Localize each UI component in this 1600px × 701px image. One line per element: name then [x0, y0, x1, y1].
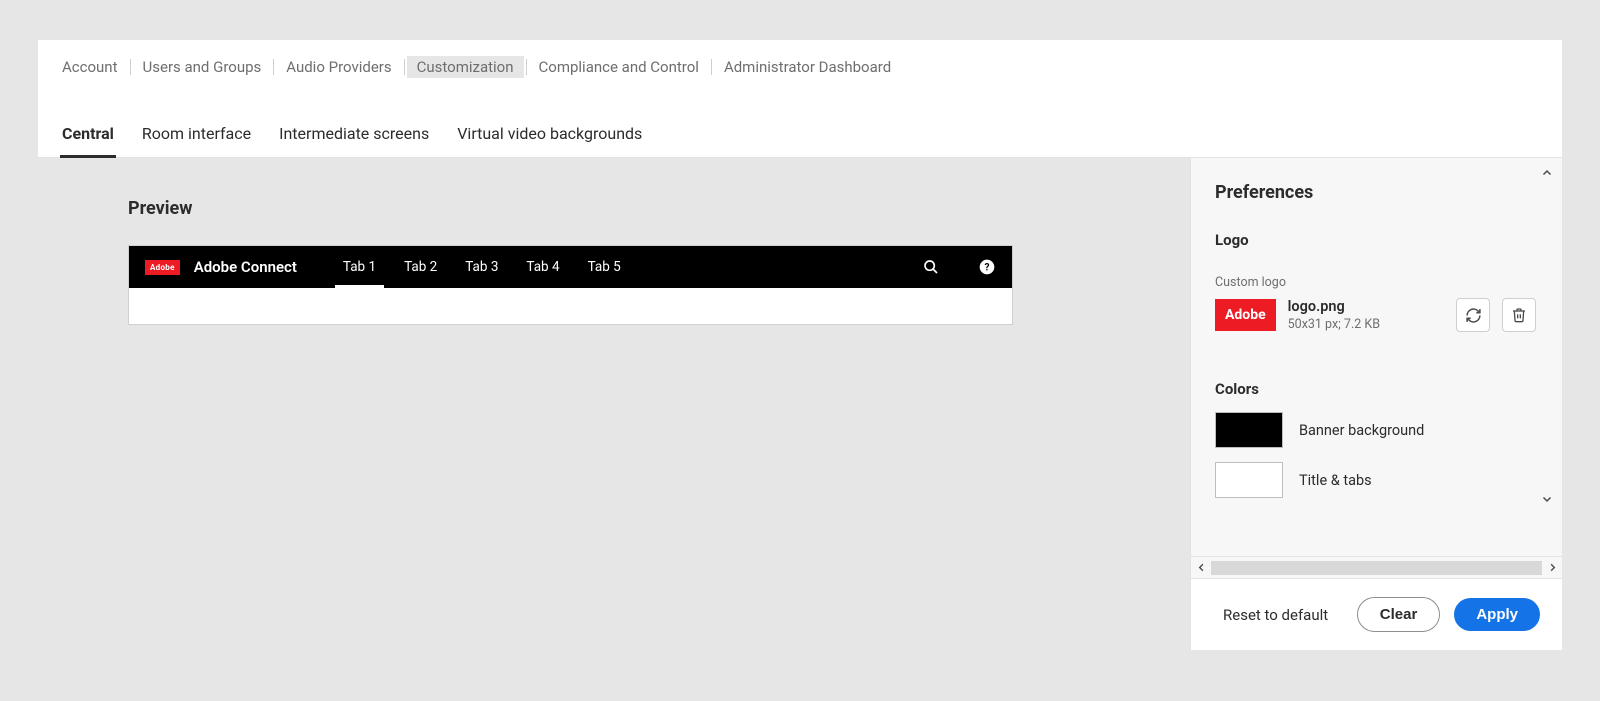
nav-divider: [526, 59, 527, 75]
preview-tab-4[interactable]: Tab 4: [512, 246, 573, 288]
scroll-right-icon[interactable]: [1542, 558, 1562, 578]
top-nav: Account Users and Groups Audio Providers…: [38, 40, 1562, 82]
body-area: Preview Adobe Adobe Connect Tab 1 Tab 2 …: [38, 158, 1562, 650]
top-nav-users-groups[interactable]: Users and Groups: [133, 56, 272, 78]
color-label-banner-bg: Banner background: [1299, 422, 1424, 439]
colors-section-label: Colors: [1215, 380, 1536, 398]
nav-divider: [273, 59, 274, 75]
preview-logo: Adobe: [145, 260, 180, 275]
preferences-panel: Preferences Logo Custom logo Adobe logo.…: [1190, 158, 1562, 650]
main-panel: Account Users and Groups Audio Providers…: [38, 40, 1562, 650]
sub-tab-room-interface[interactable]: Room interface: [140, 124, 253, 157]
preferences-scroll: Preferences Logo Custom logo Adobe logo.…: [1191, 158, 1562, 556]
nav-divider: [404, 59, 405, 75]
help-icon[interactable]: ?: [978, 258, 996, 276]
preview-frame: Adobe Adobe Connect Tab 1 Tab 2 Tab 3 Ta…: [128, 245, 1013, 325]
colors-section: Colors Banner background Title & tabs: [1215, 380, 1536, 498]
color-swatch-title-tabs[interactable]: [1215, 462, 1283, 498]
sub-tab-virtual-video-backgrounds[interactable]: Virtual video backgrounds: [455, 124, 644, 157]
preview-tab-1[interactable]: Tab 1: [329, 246, 390, 288]
top-nav-admin-dashboard[interactable]: Administrator Dashboard: [714, 56, 901, 78]
top-nav-account[interactable]: Account: [60, 56, 128, 78]
svg-text:?: ?: [985, 262, 990, 273]
horizontal-scrollbar[interactable]: [1191, 556, 1562, 578]
nav-divider: [130, 59, 131, 75]
preview-banner: Adobe Adobe Connect Tab 1 Tab 2 Tab 3 Ta…: [129, 246, 1012, 288]
reset-to-default-link[interactable]: Reset to default: [1223, 606, 1328, 624]
logo-filename: logo.png: [1288, 298, 1444, 315]
custom-logo-label: Custom logo: [1215, 275, 1536, 290]
logo-section-label: Logo: [1215, 231, 1536, 249]
color-label-title-tabs: Title & tabs: [1299, 472, 1372, 489]
logo-meta: logo.png 50x31 px; 7.2 KB: [1288, 298, 1444, 332]
delete-logo-button[interactable]: [1502, 298, 1536, 332]
scroll-left-icon[interactable]: [1191, 558, 1211, 578]
preview-tab-2[interactable]: Tab 2: [390, 246, 451, 288]
collapse-panel-icon[interactable]: [1538, 164, 1556, 182]
sub-tab-central[interactable]: Central: [60, 124, 116, 157]
refresh-icon: [1465, 307, 1482, 324]
logo-row: Adobe logo.png 50x31 px; 7.2 KB: [1215, 298, 1536, 332]
top-nav-audio-providers[interactable]: Audio Providers: [276, 56, 401, 78]
preview-tab-3[interactable]: Tab 3: [451, 246, 512, 288]
scroll-down-icon[interactable]: [1538, 490, 1556, 508]
logo-dimensions: 50x31 px; 7.2 KB: [1288, 317, 1444, 332]
preview-body: [129, 288, 1012, 324]
preview-title: Preview: [128, 198, 1100, 219]
preferences-title: Preferences: [1215, 182, 1536, 203]
top-nav-customization[interactable]: Customization: [407, 56, 524, 78]
preview-app-name: Adobe Connect: [194, 258, 297, 276]
search-icon[interactable]: [922, 258, 940, 276]
preview-tab-5[interactable]: Tab 5: [574, 246, 635, 288]
refresh-logo-button[interactable]: [1456, 298, 1490, 332]
color-swatch-banner-bg[interactable]: [1215, 412, 1283, 448]
top-nav-compliance-control[interactable]: Compliance and Control: [529, 56, 709, 78]
preferences-footer: Reset to default Clear Apply: [1191, 578, 1562, 650]
color-row-title-tabs: Title & tabs: [1215, 462, 1536, 498]
clear-button[interactable]: Clear: [1357, 597, 1441, 632]
scroll-track[interactable]: [1211, 561, 1542, 575]
color-row-banner-bg: Banner background: [1215, 412, 1536, 448]
apply-button[interactable]: Apply: [1454, 598, 1540, 631]
sub-tabs: Central Room interface Intermediate scre…: [38, 82, 1562, 158]
sub-tab-intermediate-screens[interactable]: Intermediate screens: [277, 124, 431, 157]
preview-area: Preview Adobe Adobe Connect Tab 1 Tab 2 …: [38, 158, 1190, 650]
trash-icon: [1511, 307, 1527, 323]
nav-divider: [711, 59, 712, 75]
logo-thumbnail: Adobe: [1215, 299, 1276, 331]
preview-tabs: Tab 1 Tab 2 Tab 3 Tab 4 Tab 5: [329, 246, 635, 288]
